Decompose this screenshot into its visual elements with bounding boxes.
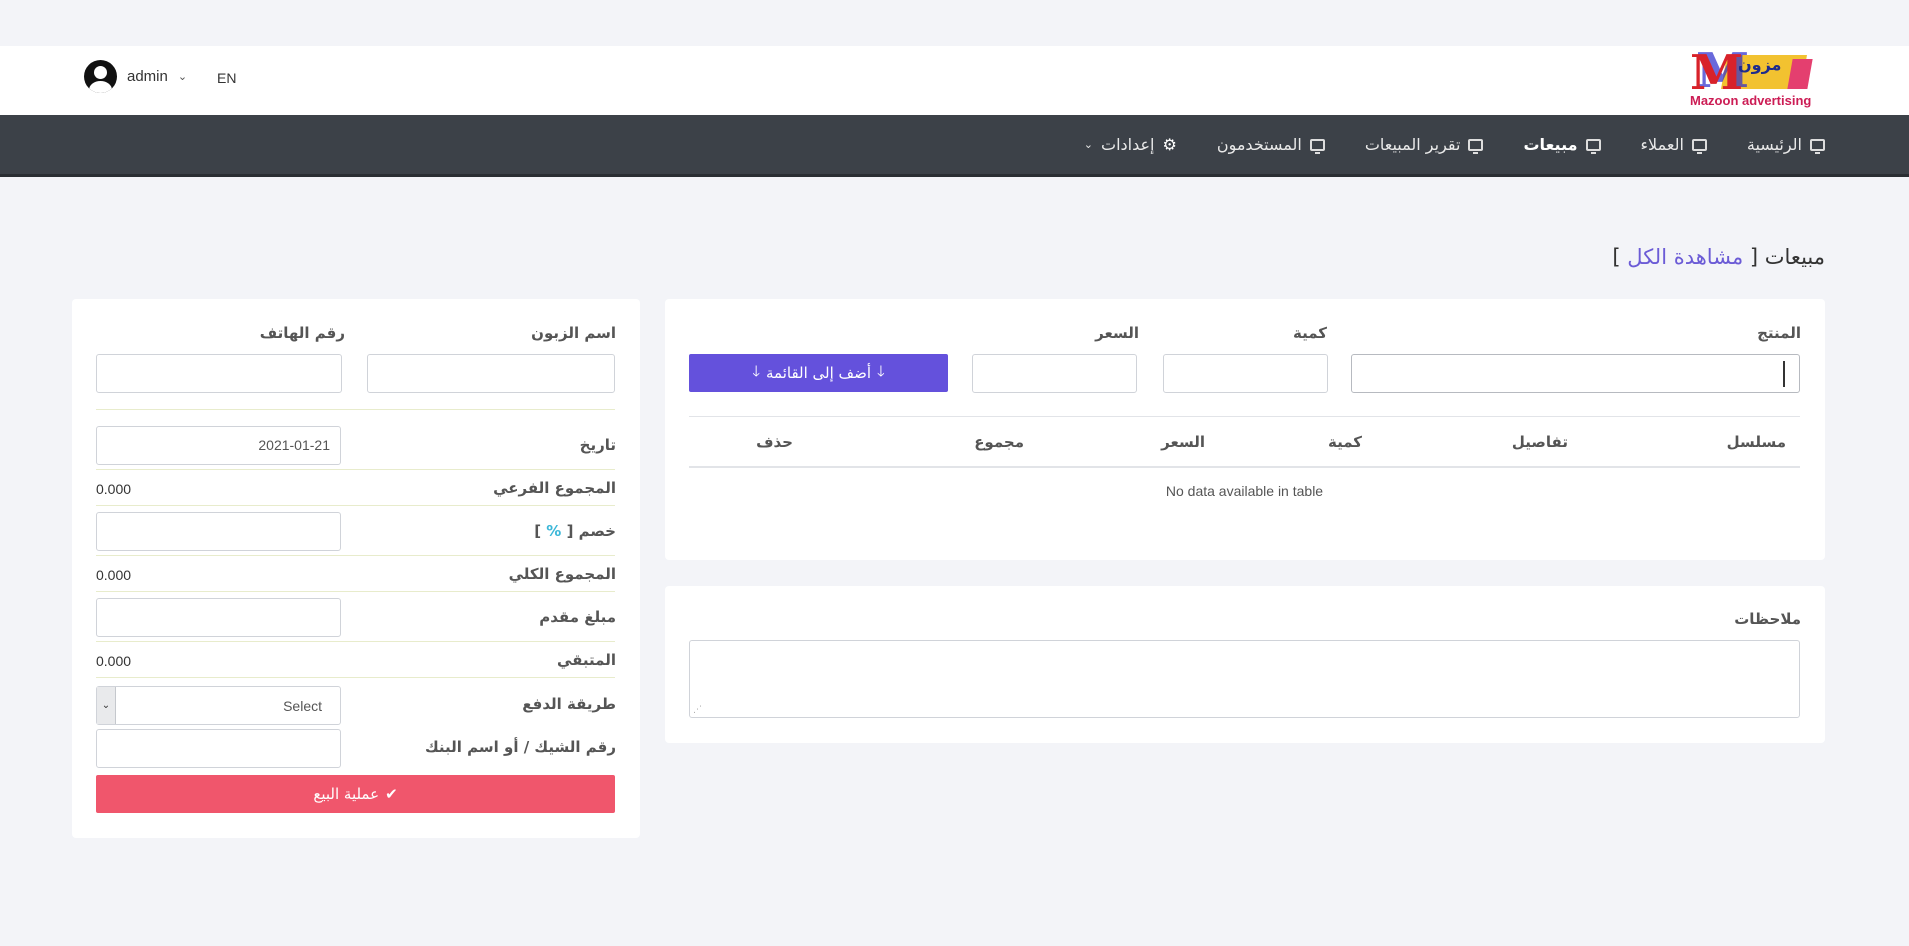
subtotal-label: المجموع الفرعي <box>493 479 616 497</box>
chevron-down-icon[interactable]: ⌄ <box>178 70 187 83</box>
column-header-price[interactable]: السعر <box>1161 433 1205 451</box>
cheque-label: رقم الشيك / أو اسم البنك <box>424 738 616 756</box>
monitor-icon <box>1468 138 1484 154</box>
column-header-serial[interactable]: مسلسل <box>1727 433 1786 451</box>
customer-name-input[interactable] <box>367 354 615 393</box>
divider <box>96 677 615 678</box>
monitor-icon <box>1309 138 1325 154</box>
view-all-link[interactable]: مشاهدة الكل <box>1627 245 1743 269</box>
language-switch[interactable]: EN <box>217 70 236 86</box>
discount-label: خصم [ % ] <box>534 522 616 540</box>
nav-item-label: إعدادات <box>1101 135 1155 154</box>
phone-input[interactable] <box>96 354 342 393</box>
monitor-icon <box>1585 138 1601 154</box>
logo-arabic-text: مزون <box>1738 55 1782 74</box>
sell-button[interactable]: ✔ عملية البيع <box>96 775 615 813</box>
nav-item-settings[interactable]: ⚙ إعدادات ⌄ <box>1084 135 1177 154</box>
notes-label: ملاحظات <box>1734 610 1801 628</box>
sell-button-label: عملية البيع <box>313 785 380 803</box>
divider <box>96 591 615 592</box>
divider <box>96 409 615 410</box>
quantity-label: كمية <box>1293 324 1327 342</box>
logo-english-text: Mazoon advertising <box>1690 93 1812 108</box>
price-input[interactable] <box>972 354 1137 393</box>
customer-name-label: اسم الزبون <box>531 324 616 342</box>
price-label: السعر <box>1095 324 1139 342</box>
bracket-open: [ <box>1749 245 1759 269</box>
items-table-header: مسلسل تفاصيل كمية السعر مجموع حذف <box>689 416 1800 468</box>
nav-item-customers[interactable]: العملاء <box>1641 135 1707 154</box>
advance-payment-label: مبلغ مقدم <box>539 608 616 626</box>
main-nav: الرئيسية العملاء مبيعات تقرير المبيعات ا… <box>0 115 1909 177</box>
top-bar: admin ⌄ EN M M مزون Mazoon advertising <box>0 46 1909 115</box>
bracket-close: ] <box>1612 245 1621 269</box>
discount-label-text: خصم [ <box>566 522 616 540</box>
monitor-icon <box>1691 138 1707 154</box>
divider <box>96 555 615 556</box>
table-empty-message: No data available in table <box>1165 483 1324 499</box>
discount-label-suffix: ] <box>534 522 542 540</box>
nav-item-label: تقرير المبيعات <box>1364 135 1461 154</box>
divider <box>96 469 615 470</box>
cheque-input[interactable] <box>96 729 341 768</box>
chevron-down-icon: ⌄ <box>1083 138 1094 151</box>
user-menu[interactable]: admin ⌄ <box>84 60 187 93</box>
nav-item-label: المستخدمون <box>1216 135 1302 154</box>
notes-card: ملاحظات ⋰ <box>665 586 1825 743</box>
notes-textarea[interactable]: ⋰ <box>689 640 1800 718</box>
column-header-details[interactable]: تفاصيل <box>1512 433 1568 451</box>
column-header-total[interactable]: مجموع <box>974 433 1024 451</box>
logo-letter: M <box>1690 45 1744 101</box>
product-input[interactable] <box>1351 354 1800 393</box>
customer-card: اسم الزبون رقم الهاتف تاريخ 2021-01-21 ا… <box>72 299 640 838</box>
payment-method-value: Select <box>283 698 322 714</box>
product-label: المنتج <box>1757 324 1801 342</box>
chevron-down-icon[interactable]: ⌄ <box>97 687 116 724</box>
nav-item-sales-report[interactable]: تقرير المبيعات <box>1365 135 1484 154</box>
arrow-down-icon: 🡓 <box>752 361 760 380</box>
logo-ribbon-accent <box>1787 59 1813 89</box>
remaining-value: 0.000 <box>96 653 132 669</box>
total-value: 0.000 <box>96 567 132 583</box>
date-label: تاريخ <box>579 436 616 454</box>
user-name[interactable]: admin <box>127 68 168 85</box>
divider <box>96 505 615 506</box>
payment-method-select[interactable]: ⌄ Select <box>96 686 341 725</box>
text-cursor <box>1783 361 1785 387</box>
nav-item-label: الرئيسية <box>1746 135 1802 154</box>
nav-item-sales[interactable]: مبيعات <box>1523 135 1601 154</box>
add-to-list-button[interactable]: 🡓 أضف إلى القائمة 🡓 <box>689 354 948 392</box>
nav-item-users[interactable]: المستخدمون <box>1217 135 1325 154</box>
page-title-text: مبيعات <box>1764 245 1825 269</box>
phone-label: رقم الهاتف <box>259 324 345 342</box>
nav-item-label: مبيعات <box>1523 135 1578 154</box>
arrow-down-icon: 🡓 <box>877 361 885 380</box>
resize-handle-icon[interactable]: ⋰ <box>693 705 702 715</box>
add-to-list-label: أضف إلى القائمة <box>766 364 871 382</box>
page-title: مبيعات [ مشاهدة الكل ] <box>1612 245 1825 269</box>
nav-item-label: العملاء <box>1640 135 1684 154</box>
avatar[interactable] <box>84 60 117 93</box>
column-header-quantity[interactable]: كمية <box>1328 433 1362 451</box>
gears-icon: ⚙ <box>1162 135 1177 154</box>
total-label: المجموع الكلي <box>508 565 616 583</box>
monitor-icon <box>1810 138 1825 154</box>
discount-input[interactable] <box>96 512 341 551</box>
product-card: المنتج كمية السعر 🡓 أضف إلى القائمة 🡓 مس… <box>665 299 1825 560</box>
quantity-input[interactable] <box>1163 354 1328 393</box>
advance-payment-input[interactable] <box>96 598 341 637</box>
subtotal-value: 0.000 <box>96 481 132 497</box>
payment-method-label: طريقة الدفع <box>522 695 616 713</box>
nav-item-home[interactable]: الرئيسية <box>1747 135 1825 154</box>
remaining-label: المتبقي <box>556 651 616 669</box>
logo[interactable]: M M مزون Mazoon advertising <box>1690 45 1816 111</box>
percent-icon: % <box>546 522 562 540</box>
divider <box>96 641 615 642</box>
column-header-delete[interactable]: حذف <box>756 433 793 451</box>
checkmark-icon: ✔ <box>385 785 398 803</box>
date-input[interactable]: 2021-01-21 <box>96 426 341 465</box>
